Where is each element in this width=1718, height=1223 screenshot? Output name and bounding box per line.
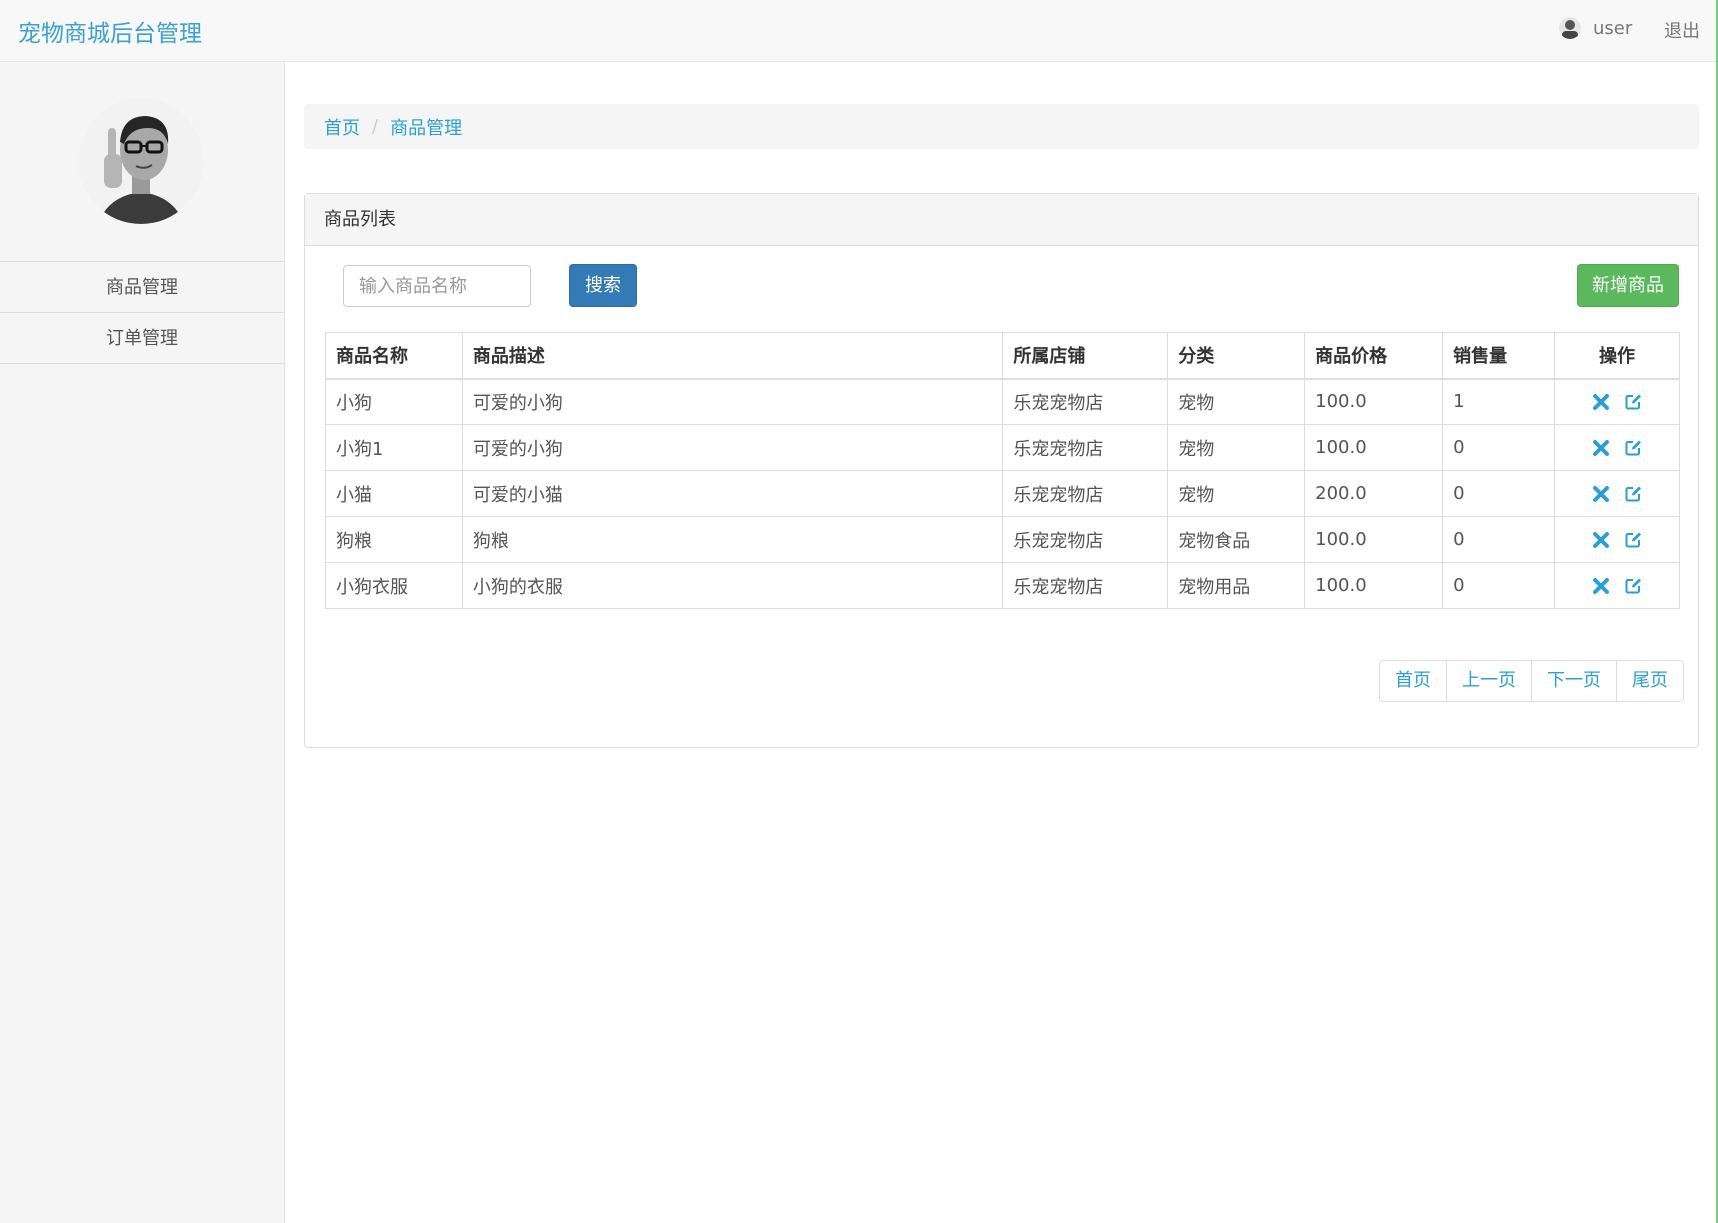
panel-title: 商品列表 bbox=[305, 194, 1698, 246]
cell-actions bbox=[1554, 562, 1680, 609]
sidebar: 商品管理 订单管理 bbox=[0, 62, 285, 1223]
cell-name: 小狗 bbox=[325, 378, 463, 425]
cell-price: 100.0 bbox=[1304, 378, 1444, 425]
cell-sales: 0 bbox=[1442, 562, 1555, 609]
sidebar-item-orders[interactable]: 订单管理 bbox=[0, 313, 284, 364]
cell-shop: 乐宠宠物店 bbox=[1002, 378, 1169, 425]
product-list-panel: 商品列表 搜索 新增商品 商品名称 商品描述 所属店铺 分类 商品价格 bbox=[304, 193, 1699, 748]
breadcrumb-home[interactable]: 首页 bbox=[324, 114, 360, 140]
brand-title[interactable]: 宠物商城后台管理 bbox=[18, 14, 202, 48]
edit-icon[interactable] bbox=[1624, 393, 1642, 411]
table-row: 小猫 可爱的小猫 乐宠宠物店 宠物 200.0 0 bbox=[325, 470, 1680, 517]
pagination: 首页 上一页 下一页 尾页 bbox=[1379, 660, 1684, 702]
cell-name: 小狗1 bbox=[325, 424, 463, 471]
edit-icon[interactable] bbox=[1624, 531, 1642, 549]
cell-category: 宠物用品 bbox=[1167, 562, 1306, 609]
cell-description: 可爱的小狗 bbox=[461, 378, 1004, 425]
cell-actions bbox=[1554, 516, 1680, 563]
cell-shop: 乐宠宠物店 bbox=[1002, 424, 1169, 471]
header-sales: 销售量 bbox=[1442, 332, 1555, 380]
cell-price: 100.0 bbox=[1304, 516, 1444, 563]
page-last[interactable]: 尾页 bbox=[1616, 661, 1683, 701]
delete-icon[interactable] bbox=[1592, 439, 1610, 457]
header-actions: 操作 bbox=[1554, 332, 1680, 380]
table-row: 小狗 可爱的小狗 乐宠宠物店 宠物 100.0 1 bbox=[325, 378, 1680, 425]
top-navbar: 宠物商城后台管理 user 退出 bbox=[0, 0, 1718, 62]
edit-icon[interactable] bbox=[1624, 577, 1642, 595]
cell-name: 小狗衣服 bbox=[325, 562, 463, 609]
search-button[interactable]: 搜索 bbox=[569, 264, 637, 307]
cell-price: 100.0 bbox=[1304, 424, 1444, 471]
header-category: 分类 bbox=[1167, 332, 1306, 380]
cell-category: 宠物 bbox=[1167, 424, 1306, 471]
cell-name: 小猫 bbox=[325, 470, 463, 517]
cell-category: 宠物 bbox=[1167, 378, 1306, 425]
product-table: 商品名称 商品描述 所属店铺 分类 商品价格 销售量 操作 小狗 可爱的小狗 乐… bbox=[325, 332, 1680, 609]
cell-actions bbox=[1554, 424, 1680, 471]
cell-sales: 0 bbox=[1442, 424, 1555, 471]
edit-icon[interactable] bbox=[1624, 485, 1642, 503]
search-input[interactable] bbox=[343, 265, 531, 307]
cell-shop: 乐宠宠物店 bbox=[1002, 516, 1169, 563]
page-prev[interactable]: 上一页 bbox=[1446, 661, 1531, 701]
avatar bbox=[78, 98, 204, 224]
breadcrumb-separator: / bbox=[372, 116, 379, 137]
table-row: 狗粮 狗粮 乐宠宠物店 宠物食品 100.0 0 bbox=[325, 516, 1680, 563]
table-row: 小狗1 可爱的小狗 乐宠宠物店 宠物 100.0 0 bbox=[325, 424, 1680, 471]
delete-icon[interactable] bbox=[1592, 393, 1610, 411]
breadcrumb: 首页 / 商品管理 bbox=[304, 104, 1699, 149]
cell-actions bbox=[1554, 378, 1680, 425]
table-row: 小狗衣服 小狗的衣服 乐宠宠物店 宠物用品 100.0 0 bbox=[325, 562, 1680, 609]
sidebar-menu: 商品管理 订单管理 bbox=[0, 261, 284, 364]
cell-category: 宠物食品 bbox=[1167, 516, 1306, 563]
table-header-row: 商品名称 商品描述 所属店铺 分类 商品价格 销售量 操作 bbox=[325, 332, 1680, 380]
cell-shop: 乐宠宠物店 bbox=[1002, 470, 1169, 517]
cell-price: 200.0 bbox=[1304, 470, 1444, 517]
breadcrumb-current[interactable]: 商品管理 bbox=[390, 114, 462, 140]
cell-category: 宠物 bbox=[1167, 470, 1306, 517]
page-first[interactable]: 首页 bbox=[1380, 661, 1446, 701]
user-menu[interactable]: user bbox=[1559, 17, 1632, 39]
cell-sales: 0 bbox=[1442, 516, 1555, 563]
cell-actions bbox=[1554, 470, 1680, 517]
cell-description: 小狗的衣服 bbox=[461, 562, 1004, 609]
product-table-wrapper: 商品名称 商品描述 所属店铺 分类 商品价格 销售量 操作 小狗 可爱的小狗 乐… bbox=[325, 332, 1680, 609]
cell-price: 100.0 bbox=[1304, 562, 1444, 609]
add-product-button[interactable]: 新增商品 bbox=[1577, 264, 1679, 307]
header-description: 商品描述 bbox=[461, 332, 1004, 380]
cell-description: 可爱的小狗 bbox=[461, 424, 1004, 471]
username: user bbox=[1593, 17, 1633, 39]
cell-sales: 0 bbox=[1442, 470, 1555, 517]
header-price: 商品价格 bbox=[1304, 332, 1444, 380]
user-avatar-small bbox=[1559, 17, 1581, 39]
delete-icon[interactable] bbox=[1592, 531, 1610, 549]
cell-description: 可爱的小猫 bbox=[461, 470, 1004, 517]
header-shop: 所属店铺 bbox=[1002, 332, 1169, 380]
delete-icon[interactable] bbox=[1592, 577, 1610, 595]
sidebar-item-products[interactable]: 商品管理 bbox=[0, 262, 284, 313]
header-name: 商品名称 bbox=[325, 332, 463, 380]
page-next[interactable]: 下一页 bbox=[1531, 661, 1616, 701]
cell-shop: 乐宠宠物店 bbox=[1002, 562, 1169, 609]
logout-link[interactable]: 退出 bbox=[1664, 17, 1700, 43]
delete-icon[interactable] bbox=[1592, 485, 1610, 503]
edit-icon[interactable] bbox=[1624, 439, 1642, 457]
cell-sales: 1 bbox=[1442, 378, 1555, 425]
cell-description: 狗粮 bbox=[461, 516, 1004, 563]
cell-name: 狗粮 bbox=[325, 516, 463, 563]
